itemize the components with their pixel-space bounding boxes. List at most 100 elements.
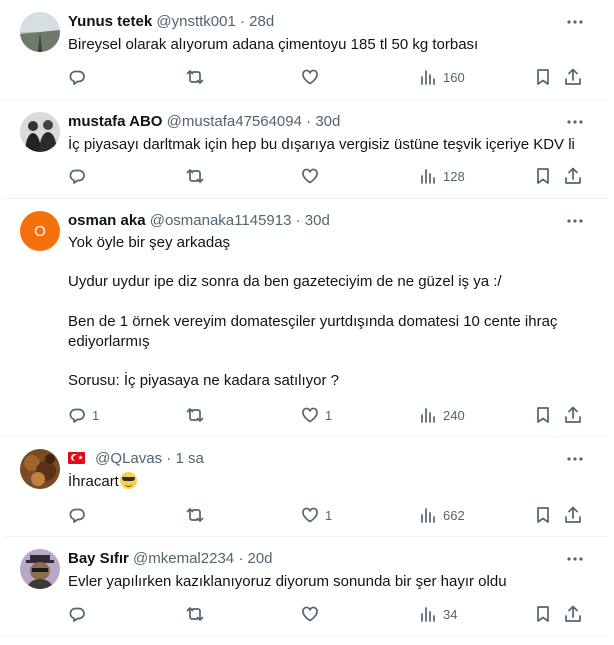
bookmark-button[interactable] (534, 603, 552, 625)
share-button[interactable] (564, 66, 582, 88)
retweet-button[interactable] (186, 603, 210, 625)
bookmark-icon (537, 168, 549, 184)
like-button[interactable] (301, 603, 325, 625)
avatar[interactable]: O (20, 211, 60, 251)
author-handle[interactable]: @QLavas (95, 450, 162, 467)
tweet-text-content: İç piyasayı darltmak için hep bu dışarıy… (68, 136, 575, 153)
timestamp[interactable]: 20d (247, 550, 272, 567)
bookmark-icon (537, 69, 549, 85)
retweet-icon (186, 70, 204, 84)
share-button[interactable] (564, 165, 582, 187)
more-icon (567, 457, 583, 461)
bookmark-icon (537, 407, 549, 423)
avatar[interactable] (20, 12, 60, 52)
tweet-text: Bireysel olarak alıyorum adana çimentoyu… (68, 35, 594, 55)
views-count: 128 (443, 168, 465, 184)
sunglasses-emoji-icon (119, 472, 137, 489)
reply-button[interactable] (68, 66, 92, 88)
author-handle[interactable]: @mkemal2234 (133, 550, 234, 567)
more-button[interactable] (564, 211, 586, 231)
bookmark-button[interactable] (534, 165, 552, 187)
author-name[interactable]: Bay Sıfır (68, 550, 129, 567)
avatar[interactable] (20, 449, 60, 489)
tweet-header: Yunus tetek @ynsttk001 · 28d (68, 12, 564, 32)
reply-button[interactable]: 1 (68, 404, 99, 426)
bookmark-button[interactable] (534, 66, 552, 88)
timestamp[interactable]: 1 sa (175, 450, 203, 467)
tweet-header: @QLavas · 1 sa (68, 449, 564, 469)
timestamp[interactable]: 30d (315, 113, 340, 130)
tweet[interactable]: Yunus tetek @ynsttk001 · 28d Bireysel ol… (4, 0, 608, 100)
tweet-actions: 128 (68, 165, 588, 187)
author-name[interactable]: osman aka (68, 212, 146, 229)
reply-button[interactable] (68, 504, 92, 526)
turkey-flag-icon (68, 452, 85, 464)
reply-count: 1 (92, 407, 100, 423)
views-button[interactable]: 662 (419, 504, 465, 526)
tweet-text: İhracart (68, 472, 594, 492)
share-button[interactable] (564, 404, 582, 426)
reply-button[interactable] (68, 165, 92, 187)
more-button[interactable] (564, 112, 586, 132)
separator-dot: · (306, 113, 312, 130)
reply-icon (69, 607, 85, 622)
views-button[interactable]: 128 (419, 165, 465, 187)
more-button[interactable] (564, 449, 586, 469)
author-handle[interactable]: @mustafa47564094 (167, 113, 302, 130)
like-button[interactable] (301, 165, 325, 187)
tweet-actions: 160 (68, 66, 588, 88)
more-button[interactable] (564, 549, 586, 569)
share-icon (565, 167, 581, 184)
retweet-button[interactable] (186, 165, 210, 187)
tweet-actions: 1 1 240 (68, 404, 588, 426)
retweet-icon (186, 607, 204, 621)
retweet-icon (186, 408, 204, 422)
retweet-button[interactable] (186, 66, 210, 88)
views-icon (421, 169, 435, 184)
retweet-icon (186, 508, 204, 522)
avatar[interactable] (20, 112, 60, 152)
separator-dot: · (239, 13, 245, 30)
bookmark-button[interactable] (534, 504, 552, 526)
separator-dot: · (238, 550, 244, 567)
heart-icon (302, 407, 318, 423)
tweet[interactable]: Bay Sıfır @mkemal2234 · 20d Evler yapılı… (4, 537, 608, 636)
retweet-button[interactable] (186, 404, 210, 426)
more-icon (567, 219, 583, 223)
author-handle[interactable]: @osmanaka1145913 (150, 212, 292, 229)
author-name[interactable]: mustafa ABO (68, 113, 162, 130)
avatar[interactable] (20, 549, 60, 589)
tweet-text-content: Yok öyle bir şey arkadaş Uydur uydur ipe… (68, 234, 558, 389)
retweet-button[interactable] (186, 504, 210, 526)
timestamp[interactable]: 28d (249, 13, 274, 30)
author-handle[interactable]: @ynsttk001 (156, 13, 235, 30)
more-icon (567, 557, 583, 561)
views-count: 34 (443, 606, 458, 622)
author-name[interactable]: Yunus tetek (68, 13, 152, 30)
reply-icon (69, 508, 85, 523)
timestamp[interactable]: 30d (305, 212, 330, 229)
views-icon (421, 70, 435, 85)
tweet[interactable]: @QLavas · 1 sa İhracart 1 662 (4, 437, 608, 537)
share-button[interactable] (564, 603, 582, 625)
views-button[interactable]: 240 (419, 404, 465, 426)
tweet[interactable]: mustafa ABO @mustafa47564094 · 30d İç pi… (4, 100, 608, 199)
reply-icon (69, 169, 85, 184)
share-button[interactable] (564, 504, 582, 526)
reply-icon (69, 70, 85, 85)
views-button[interactable]: 34 (419, 603, 457, 625)
share-icon (565, 605, 581, 622)
tweet[interactable]: O osman aka @osmanaka1145913 · 30d Yok ö… (4, 199, 608, 437)
views-count: 662 (443, 507, 465, 523)
views-button[interactable]: 160 (419, 66, 465, 88)
views-icon (421, 508, 435, 523)
like-button[interactable]: 1 (301, 404, 332, 426)
heart-icon (302, 606, 318, 622)
bookmark-button[interactable] (534, 404, 552, 426)
separator-dot: · (295, 212, 301, 229)
tweet-actions: 1 662 (68, 504, 588, 526)
more-button[interactable] (564, 12, 586, 32)
like-button[interactable]: 1 (301, 504, 332, 526)
reply-button[interactable] (68, 603, 92, 625)
like-button[interactable] (301, 66, 325, 88)
